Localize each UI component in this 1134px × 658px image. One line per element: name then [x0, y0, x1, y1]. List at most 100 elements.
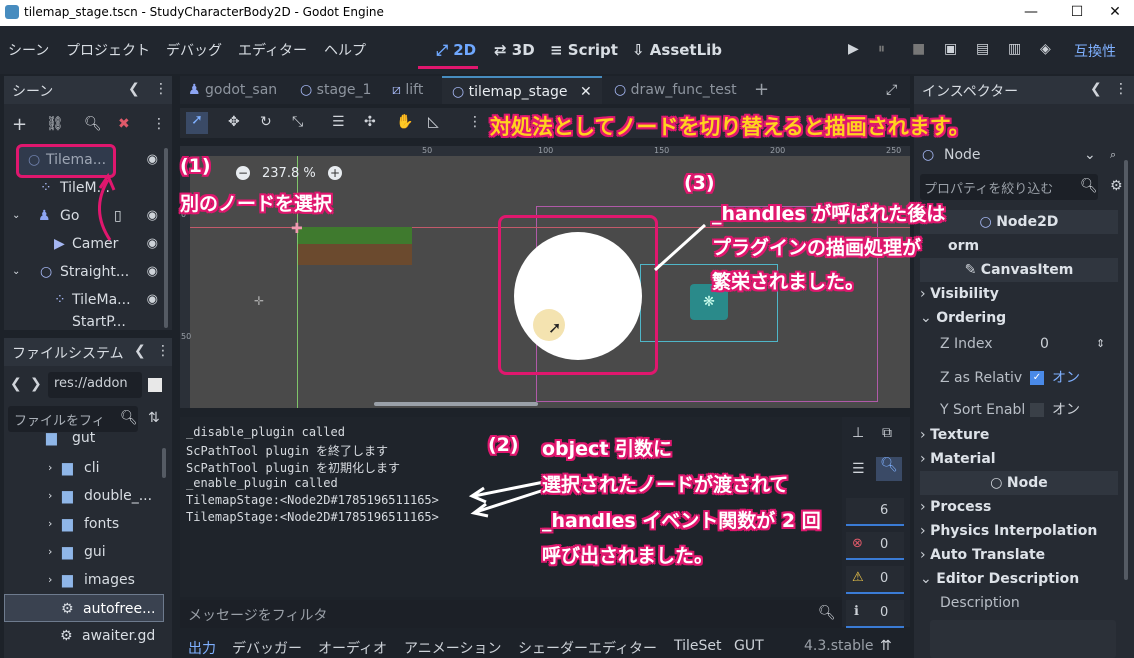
add-tab-button[interactable]: +	[754, 76, 769, 104]
menu-help[interactable]: ヘルプ	[324, 40, 366, 60]
tab-audio[interactable]: オーディオ	[318, 638, 387, 658]
forward-icon[interactable]: ❯	[30, 376, 42, 392]
dock-menu-icon[interactable]: ⋮	[1114, 81, 1128, 97]
property-filter-input[interactable]: プロパティを絞り込む 🔍︎	[920, 174, 1098, 200]
play-scene-icon[interactable]: ▥	[1008, 41, 1021, 57]
filter-menu-icon[interactable]: ☰	[852, 461, 865, 477]
menu-project[interactable]: プロジェクト	[66, 40, 150, 60]
play-icon[interactable]: ▶	[848, 41, 859, 57]
fs-folder-gui[interactable]: › ▆ gui	[4, 538, 164, 566]
horizontal-scrollbar[interactable]	[374, 402, 538, 406]
fs-folder-images[interactable]: › ▆ images	[4, 566, 164, 594]
group-material[interactable]: › Material	[920, 447, 1118, 471]
fs-folder-cli[interactable]: › ▆ cli	[4, 454, 164, 482]
tab-draw-func-test[interactable]: ○ draw_func_test	[614, 76, 737, 104]
inspector-node-selector[interactable]: ○ Node ⌄	[920, 144, 1098, 170]
group-transform[interactable]: orm	[948, 234, 1134, 258]
group-visibility[interactable]: › Visibility	[920, 282, 1118, 306]
pan-tool-icon[interactable]: ✋	[396, 114, 413, 130]
menu-editor[interactable]: エディター	[238, 40, 307, 60]
group-process[interactable]: › Process	[920, 495, 1118, 519]
tab-lift[interactable]: ⧄ lift	[392, 76, 423, 104]
tab-godot-san[interactable]: ♟ godot_san	[188, 76, 277, 104]
remote-debug-icon[interactable]: ▣	[944, 41, 957, 57]
more-icon[interactable]: ⋮	[152, 116, 166, 132]
tab-debugger[interactable]: デバッガー	[232, 638, 302, 658]
search-output-icon[interactable]: 🔍︎	[876, 457, 902, 481]
fs-folder-fonts[interactable]: › ▆ fonts	[4, 510, 164, 538]
z-index-value[interactable]: 0	[1040, 332, 1049, 356]
back-icon[interactable]: ❮	[10, 376, 22, 392]
ruler-tool-icon[interactable]: ◺	[428, 114, 439, 130]
pause-icon[interactable]: ⏸	[878, 41, 885, 57]
move-tool-icon[interactable]: ✥	[228, 114, 240, 130]
info-count-toggle[interactable]: ℹ0	[846, 600, 904, 628]
tab-2d[interactable]: ⤢ 2D	[436, 41, 476, 59]
fs-file-autofree[interactable]: ⚙ autofree...	[4, 594, 164, 622]
tab-3d[interactable]: ⇄ 3D	[494, 41, 535, 59]
dock-move-icon[interactable]: ❮	[128, 81, 140, 97]
inspector-scrollbar[interactable]	[1124, 160, 1128, 580]
tab-tileset[interactable]: TileSet	[674, 638, 722, 654]
pivot-tool-icon[interactable]: ✣	[364, 114, 376, 130]
menu-debug[interactable]: デバッグ	[166, 40, 222, 60]
group-physics-interpolation[interactable]: › Physics Interpolation	[920, 519, 1118, 543]
doc-icon[interactable]: ⌕	[1110, 148, 1116, 162]
close-button[interactable]: ✕	[1092, 0, 1134, 26]
renderer-select[interactable]: 互換性	[1074, 41, 1116, 61]
tab-tilemap-stage[interactable]: ○ tilemap_stage ✕	[442, 76, 602, 104]
description-textarea[interactable]	[930, 620, 1116, 658]
fs-scrollbar[interactable]	[162, 448, 166, 478]
search-icon[interactable]: 🔍︎	[84, 116, 102, 132]
minimize-button[interactable]: —	[1008, 0, 1054, 26]
warning-count-toggle[interactable]: ⚠ 0	[846, 566, 904, 594]
select-tool-icon[interactable]: ➚	[186, 112, 208, 134]
checkbox-checked-icon[interactable]: ✓	[1030, 371, 1044, 385]
message-filter-input[interactable]: メッセージをフィルタ 🔍︎	[180, 600, 842, 628]
expand-panel-icon[interactable]: ⇈	[880, 638, 892, 654]
dock-move-icon[interactable]: ❮	[1090, 81, 1102, 97]
error-count-toggle[interactable]: ⊗ 0	[846, 532, 904, 560]
log-count-toggle[interactable]: 6	[846, 498, 904, 526]
group-auto-translate[interactable]: › Auto Translate	[920, 543, 1118, 567]
scale-tool-icon[interactable]: ⤡	[292, 114, 303, 130]
group-editor-description[interactable]: ⌄ Editor Description	[920, 567, 1118, 591]
tab-stage-1[interactable]: ○ stage_1	[300, 76, 371, 104]
eye-icon[interactable]: ◉	[147, 202, 158, 230]
scene-scrollbar[interactable]	[164, 148, 168, 328]
close-tab-icon[interactable]: ✕	[580, 84, 592, 100]
eye-icon[interactable]: ◉	[147, 286, 158, 314]
fs-folder-gut[interactable]: ▆ gut	[4, 432, 164, 450]
dock-menu-icon[interactable]: ⋮	[156, 343, 170, 359]
fs-file-awaiter[interactable]: ⚙ awaiter.gd	[4, 622, 164, 650]
sort-icon[interactable]: ⇅	[148, 410, 160, 426]
distraction-free-icon[interactable]: ⤢	[886, 76, 897, 104]
tab-output[interactable]: 出力	[188, 638, 216, 658]
settings-icon[interactable]: ⚙	[1110, 178, 1123, 194]
eye-icon[interactable]: ◉	[147, 146, 158, 174]
stop-icon[interactable]: ■	[912, 41, 925, 57]
add-node-icon[interactable]: +	[12, 114, 27, 135]
zoom-in-icon[interactable]: +	[328, 166, 342, 180]
spinner-icon[interactable]: ⇕	[1096, 332, 1105, 356]
split-toggle-icon[interactable]	[148, 378, 162, 392]
copy-output-icon[interactable]: ⧉	[882, 425, 892, 441]
tree-row-straight[interactable]: ⌄ ○ Straight... ◉	[4, 258, 164, 286]
link-icon[interactable]: ⛓	[46, 116, 64, 132]
fs-folder-double[interactable]: › ▆ double_...	[4, 482, 164, 510]
tab-gut[interactable]: GUT	[734, 638, 764, 654]
zoom-level[interactable]: 237.8 %	[262, 166, 316, 181]
list-select-icon[interactable]: ☰	[332, 114, 345, 130]
eye-icon[interactable]: ◉	[147, 258, 158, 286]
file-filter-input[interactable]: ファイルをフィ	[8, 406, 138, 432]
tree-row-startp[interactable]: StartP...	[4, 314, 164, 330]
play-custom-icon[interactable]: ◈	[1040, 41, 1051, 57]
snap-icon[interactable]: ⋮	[468, 114, 482, 130]
dock-menu-icon[interactable]: ⋮	[154, 81, 168, 97]
eye-icon[interactable]: ◉	[147, 230, 158, 258]
movie-icon[interactable]: ▤	[976, 41, 989, 57]
zoom-out-icon[interactable]: −	[236, 166, 250, 180]
tab-script[interactable]: ≡ Script	[550, 41, 618, 59]
tab-assetlib[interactable]: ⇩ AssetLib	[632, 41, 722, 59]
dock-move-icon[interactable]: ❮	[134, 343, 146, 359]
